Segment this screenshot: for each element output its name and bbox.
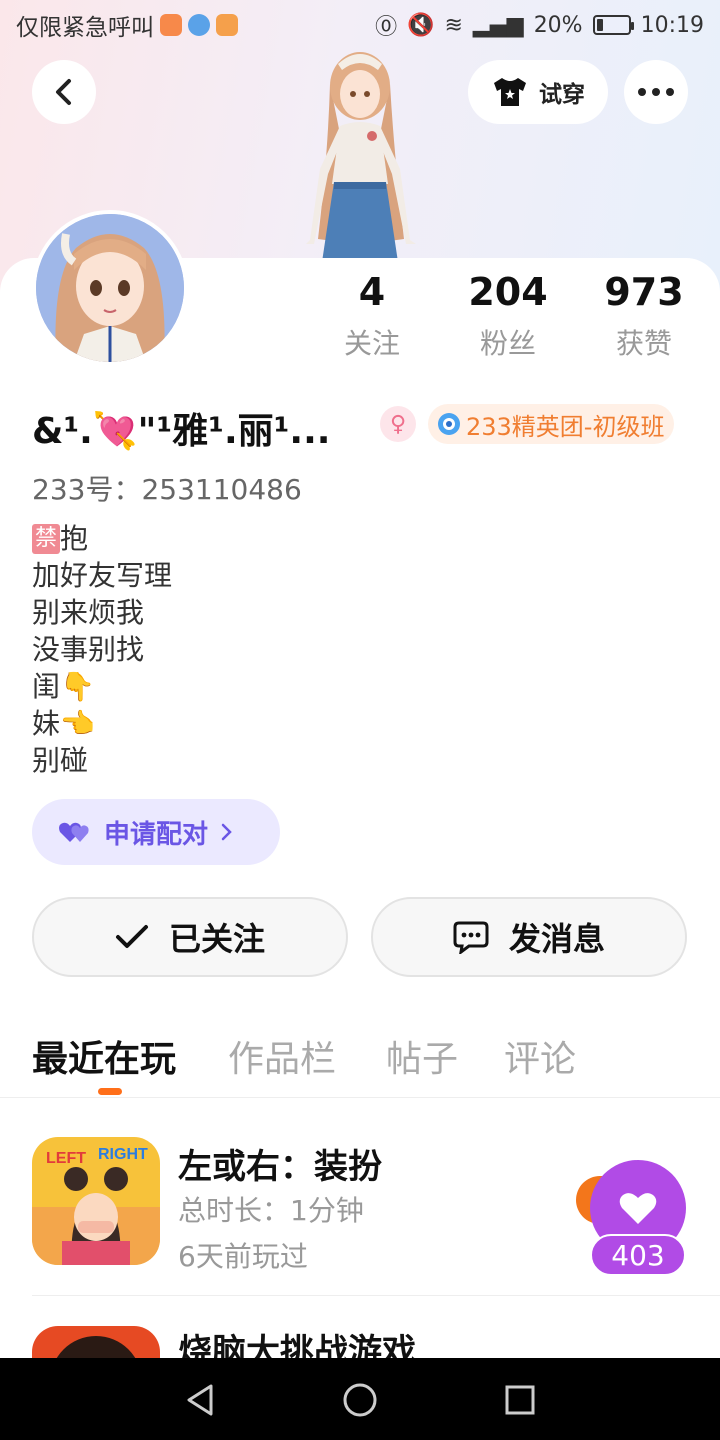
request-pair-button[interactable]: 申请配对 bbox=[32, 799, 280, 865]
tab-posts[interactable]: 帖子 bbox=[386, 1030, 458, 1082]
check-icon bbox=[115, 925, 148, 948]
stat-label: 关注 bbox=[343, 327, 400, 360]
back-button[interactable] bbox=[32, 60, 96, 124]
circle-home-icon bbox=[343, 1383, 377, 1417]
bio-line: 加好友写理 bbox=[32, 559, 173, 592]
prohibited-badge: 禁 bbox=[32, 524, 61, 554]
female-gender-icon: ♀ bbox=[380, 406, 416, 442]
svg-text:LEFT: LEFT bbox=[46, 1150, 86, 1167]
clock: 10:19 bbox=[640, 12, 704, 38]
game-list-item[interactable]: 烧脑大挑战游戏 bbox=[32, 1326, 692, 1358]
triangle-back-icon bbox=[187, 1384, 213, 1416]
stat-label: 获赞 bbox=[615, 327, 672, 360]
svg-text:RIGHT: RIGHT bbox=[98, 1146, 148, 1163]
app-notification-icon bbox=[188, 14, 210, 36]
profile-bio: 禁抱 加好友写理 别来烦我 没事别找 闺👇 妹👈 别碰 bbox=[32, 520, 172, 779]
followed-button[interactable]: 已关注 bbox=[32, 897, 348, 977]
name-row: &¹.💘"¹雅¹.丽¹... ♀ 233精英团-初级班 bbox=[32, 400, 692, 456]
badge-label: 233精英团-初级班 bbox=[466, 412, 665, 441]
nav-home-button[interactable] bbox=[336, 1376, 384, 1424]
avatar-portrait bbox=[36, 214, 184, 362]
bio-line: 禁抱 bbox=[32, 520, 172, 557]
stat-followers[interactable]: 204 粉丝 bbox=[448, 270, 568, 362]
bio-line: 别来烦我 bbox=[32, 596, 145, 629]
game-title: 左或右：装扮 bbox=[178, 1147, 382, 1187]
stat-value: 973 bbox=[604, 270, 684, 314]
bio-line: 闺👇 bbox=[32, 670, 95, 703]
divider bbox=[0, 1097, 720, 1098]
game-thumbnail: LEFT RIGHT bbox=[32, 1137, 160, 1265]
wifi-icon: ≋ bbox=[444, 12, 463, 38]
chevron-left-icon bbox=[56, 79, 71, 105]
followed-label: 已关注 bbox=[168, 920, 265, 958]
tab-comments[interactable]: 评论 bbox=[504, 1030, 576, 1082]
bio-line: 没事别找 bbox=[32, 633, 145, 666]
tshirt-icon bbox=[494, 78, 526, 106]
bio-line: 别碰 bbox=[32, 744, 89, 777]
app-notification-icon bbox=[160, 14, 182, 36]
send-message-label: 发消息 bbox=[508, 920, 605, 958]
nfc-icon: ⓪ bbox=[375, 15, 398, 40]
avatar-character-figure[interactable] bbox=[280, 44, 440, 262]
battery-icon bbox=[592, 15, 634, 35]
tab-works[interactable]: 作品栏 bbox=[228, 1030, 336, 1082]
pair-label: 申请配对 bbox=[104, 819, 209, 850]
more-dots-icon bbox=[638, 88, 674, 96]
like-count: 403 bbox=[590, 1234, 686, 1276]
divider bbox=[32, 1295, 720, 1296]
square-recents-icon bbox=[505, 1385, 535, 1415]
nav-back-button[interactable] bbox=[176, 1376, 224, 1424]
system-navigation-bar bbox=[0, 1358, 720, 1440]
heart-icon bbox=[619, 1193, 657, 1224]
more-button[interactable] bbox=[624, 60, 688, 124]
signal-icon: ▂▄▆ bbox=[472, 12, 524, 38]
stat-value: 204 bbox=[468, 270, 548, 314]
bio-line: 妹👈 bbox=[32, 707, 95, 740]
carrier-text: 仅限紧急呼叫 bbox=[16, 15, 154, 41]
username: &¹.💘"¹雅¹.丽¹... bbox=[32, 411, 331, 452]
stat-following[interactable]: 4 关注 bbox=[312, 270, 432, 362]
stat-value: 4 bbox=[358, 270, 386, 314]
membership-badge[interactable]: 233精英团-初级班 bbox=[428, 404, 675, 444]
nav-recents-button[interactable] bbox=[496, 1376, 544, 1424]
avatar[interactable] bbox=[32, 210, 188, 366]
chat-bubble-icon bbox=[453, 921, 489, 954]
app-notification-icon bbox=[216, 14, 238, 36]
gear-badge-icon bbox=[438, 413, 460, 435]
try-on-button[interactable]: 试穿 bbox=[468, 60, 608, 124]
game-title: 烧脑大挑战游戏 bbox=[178, 1332, 416, 1358]
try-on-label: 试穿 bbox=[539, 82, 585, 108]
game-thumbnail bbox=[32, 1326, 160, 1358]
user-id[interactable]: 233号：253110486 bbox=[32, 468, 302, 508]
tab-recently-played[interactable]: 最近在玩 bbox=[32, 1030, 176, 1082]
active-tab-indicator bbox=[98, 1088, 122, 1095]
status-bar: 仅限紧急呼叫 ⓪ 🔇 ≋ ▂▄▆ 20% 10:19 bbox=[0, 0, 720, 50]
stat-label: 粉丝 bbox=[479, 327, 536, 360]
game-last-played: 6天前玩过 bbox=[178, 1240, 308, 1273]
stat-likes[interactable]: 973 获赞 bbox=[584, 270, 704, 362]
chevron-right-icon bbox=[221, 823, 232, 841]
battery-percent: 20% bbox=[533, 12, 583, 38]
mute-icon: 🔇 bbox=[407, 12, 435, 38]
game-duration: 总时长：1分钟 bbox=[178, 1194, 364, 1227]
double-heart-icon bbox=[59, 822, 89, 842]
send-message-button[interactable]: 发消息 bbox=[371, 897, 687, 977]
